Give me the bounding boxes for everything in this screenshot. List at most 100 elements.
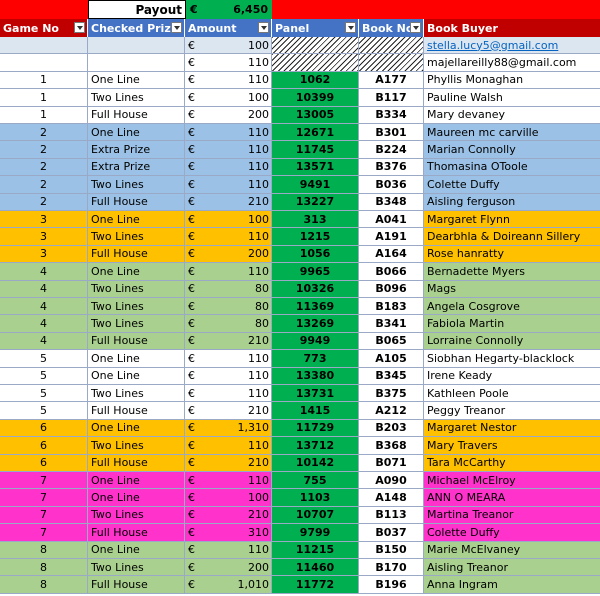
book-buyer-cell[interactable]: ANN O MEARA	[424, 489, 600, 506]
amount-cell[interactable]: €110	[185, 472, 272, 489]
book-buyer-cell[interactable]: Kathleen Poole	[424, 385, 600, 402]
book-no-cell[interactable]: B183	[359, 298, 424, 315]
checked-prize-cell[interactable]: Full House	[88, 245, 185, 263]
checked-prize-cell[interactable]: Two Lines	[88, 506, 185, 524]
game-no-cell[interactable]: 7	[0, 506, 88, 524]
checked-prize-cell[interactable]: One Line	[88, 367, 185, 384]
book-no-cell[interactable]: B196	[359, 576, 424, 593]
game-no-cell[interactable]: 5	[0, 402, 88, 419]
amount-cell[interactable]: €110	[185, 176, 272, 193]
game-no-cell[interactable]: 4	[0, 280, 88, 297]
panel-cell[interactable]: 10142	[272, 454, 359, 471]
amount-cell[interactable]: €100	[185, 89, 272, 106]
book-no-cell[interactable]: B150	[359, 541, 424, 558]
header-game-no[interactable]: Game No	[0, 19, 88, 37]
panel-cell[interactable]: 13731	[272, 385, 359, 402]
game-no-cell[interactable]: 7	[0, 489, 88, 506]
game-no-cell[interactable]: 8	[0, 541, 88, 558]
amount-cell[interactable]: €1,310	[185, 419, 272, 437]
amount-cell[interactable]: €100	[185, 37, 272, 54]
game-no-cell[interactable]: 4	[0, 263, 88, 280]
book-no-cell[interactable]: A177	[359, 71, 424, 89]
panel-cell[interactable]: 773	[272, 350, 359, 367]
game-no-cell[interactable]: 3	[0, 228, 88, 245]
panel-cell[interactable]	[272, 37, 359, 54]
book-no-cell[interactable]: B113	[359, 506, 424, 524]
book-no-cell[interactable]: B096	[359, 280, 424, 297]
book-buyer-cell[interactable]: Colette Duffy	[424, 524, 600, 541]
checked-prize-cell[interactable]: Full House	[88, 332, 185, 350]
book-no-cell[interactable]: B117	[359, 89, 424, 106]
checked-prize-cell[interactable]: One Line	[88, 263, 185, 280]
checked-prize-cell[interactable]: One Line	[88, 71, 185, 89]
book-no-cell[interactable]: A148	[359, 489, 424, 506]
book-buyer-cell[interactable]: Thomasina OToole	[424, 158, 600, 176]
checked-prize-cell[interactable]: One Line	[88, 350, 185, 367]
game-no-cell[interactable]: 7	[0, 524, 88, 541]
amount-cell[interactable]: €200	[185, 106, 272, 123]
game-no-cell[interactable]: 8	[0, 559, 88, 576]
header-amount[interactable]: Amount	[185, 19, 272, 37]
book-no-cell[interactable]: B203	[359, 419, 424, 437]
amount-cell[interactable]: €310	[185, 524, 272, 541]
book-buyer-cell[interactable]: Colette Duffy	[424, 176, 600, 193]
book-buyer-cell[interactable]: Marian Connolly	[424, 141, 600, 158]
panel-cell[interactable]: 11745	[272, 141, 359, 158]
checked-prize-cell[interactable]: Two Lines	[88, 298, 185, 315]
book-no-cell[interactable]: B348	[359, 193, 424, 210]
checked-prize-cell[interactable]: Full House	[88, 402, 185, 419]
book-no-cell[interactable]: B066	[359, 263, 424, 280]
checked-prize-cell[interactable]	[88, 37, 185, 54]
game-no-cell[interactable]: 1	[0, 89, 88, 106]
game-no-cell[interactable]: 2	[0, 124, 88, 141]
panel-cell[interactable]: 11369	[272, 298, 359, 315]
book-no-cell[interactable]: A191	[359, 228, 424, 245]
book-buyer-cell[interactable]: Mary devaney	[424, 106, 600, 123]
amount-cell[interactable]: €100	[185, 489, 272, 506]
checked-prize-cell[interactable]: One Line	[88, 489, 185, 506]
book-no-cell[interactable]: B037	[359, 524, 424, 541]
book-buyer-cell[interactable]: Tara McCarthy	[424, 454, 600, 471]
book-buyer-cell[interactable]: Phyllis Monaghan	[424, 71, 600, 89]
amount-cell[interactable]: €210	[185, 506, 272, 524]
game-no-cell[interactable]: 8	[0, 576, 88, 593]
header-checked-prize[interactable]: Checked Prize	[88, 19, 185, 37]
book-no-cell[interactable]: B376	[359, 158, 424, 176]
panel-cell[interactable]: 9491	[272, 176, 359, 193]
checked-prize-cell[interactable]: Two Lines	[88, 228, 185, 245]
book-buyer-cell[interactable]: Maureen mc carville	[424, 124, 600, 141]
game-no-cell[interactable]: 2	[0, 176, 88, 193]
amount-cell[interactable]: €110	[185, 385, 272, 402]
header-panel[interactable]: Panel	[272, 19, 359, 37]
book-no-cell[interactable]: B341	[359, 315, 424, 332]
book-buyer-cell[interactable]: Marie McElvaney	[424, 541, 600, 558]
checked-prize-cell[interactable]: One Line	[88, 124, 185, 141]
amount-cell[interactable]: €110	[185, 124, 272, 141]
book-buyer-cell[interactable]: stella.lucy5@gmail.com	[424, 37, 600, 53]
filter-dropdown-icon[interactable]	[74, 22, 85, 33]
amount-cell[interactable]: €110	[185, 541, 272, 558]
book-buyer-cell[interactable]: Martina Treanor	[424, 506, 600, 524]
game-no-cell[interactable]: 4	[0, 315, 88, 332]
panel-cell[interactable]: 11215	[272, 541, 359, 558]
panel-cell[interactable]: 13005	[272, 106, 359, 123]
panel-cell[interactable]: 13269	[272, 315, 359, 332]
amount-cell[interactable]: €110	[185, 54, 272, 71]
checked-prize-cell[interactable]: Full House	[88, 576, 185, 593]
book-buyer-cell[interactable]: Aisling ferguson	[424, 193, 600, 210]
book-buyer-cell[interactable]: Angela Cosgrove	[424, 298, 600, 315]
header-book-no[interactable]: Book No.	[359, 19, 424, 37]
game-no-cell[interactable]: 7	[0, 472, 88, 489]
book-no-cell[interactable]: B345	[359, 367, 424, 384]
book-buyer-cell[interactable]: Margaret Flynn	[424, 211, 600, 228]
game-no-cell[interactable]: 4	[0, 298, 88, 315]
checked-prize-cell[interactable]: Extra Prize	[88, 158, 185, 176]
checked-prize-cell[interactable]: Two Lines	[88, 280, 185, 297]
checked-prize-cell[interactable]: One Line	[88, 541, 185, 558]
book-buyer-cell[interactable]: Bernadette Myers	[424, 263, 600, 280]
book-no-cell[interactable]: B036	[359, 176, 424, 193]
book-no-cell[interactable]: B334	[359, 106, 424, 123]
checked-prize-cell[interactable]: Full House	[88, 106, 185, 123]
header-book-buyer[interactable]: Book Buyer	[424, 19, 600, 37]
amount-cell[interactable]: €110	[185, 263, 272, 280]
